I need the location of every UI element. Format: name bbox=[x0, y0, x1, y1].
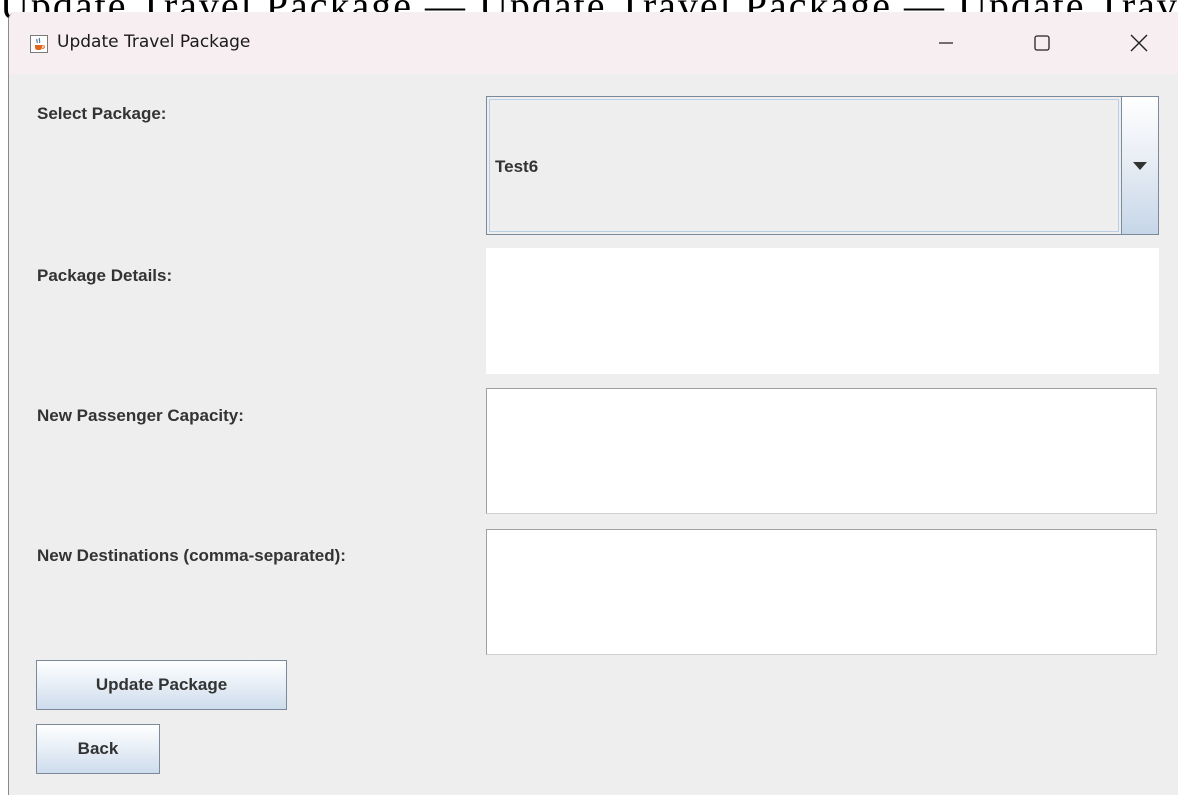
minimize-icon bbox=[938, 35, 954, 51]
close-button[interactable] bbox=[1109, 12, 1169, 74]
capacity-input[interactable] bbox=[486, 388, 1157, 514]
title-bar[interactable]: Update Travel Package bbox=[9, 12, 1178, 74]
maximize-icon bbox=[1033, 34, 1051, 52]
chevron-down-icon bbox=[1133, 157, 1147, 175]
window-title: Update Travel Package bbox=[57, 32, 251, 52]
back-button[interactable]: Back bbox=[36, 724, 160, 774]
package-details-label: Package Details: bbox=[37, 266, 173, 285]
maximize-button[interactable] bbox=[1012, 12, 1072, 74]
update-travel-package-window: Update Travel Package Select Package: Te… bbox=[8, 12, 1178, 795]
package-details-area bbox=[486, 248, 1159, 374]
destinations-label: New Destinations (comma-separated): bbox=[37, 546, 346, 565]
close-icon bbox=[1129, 33, 1149, 53]
package-select-display: Test6 bbox=[489, 99, 1119, 232]
capacity-label: New Passenger Capacity: bbox=[37, 406, 244, 425]
selected-package-value: Test6 bbox=[495, 157, 539, 176]
java-cup-icon bbox=[30, 35, 48, 53]
select-package-label: Select Package: bbox=[37, 104, 167, 123]
package-select[interactable]: Test6 bbox=[486, 96, 1159, 235]
update-package-button[interactable]: Update Package bbox=[36, 660, 287, 710]
dropdown-arrow-button[interactable] bbox=[1121, 97, 1158, 234]
destinations-input[interactable] bbox=[486, 529, 1157, 655]
minimize-button[interactable] bbox=[916, 12, 976, 74]
